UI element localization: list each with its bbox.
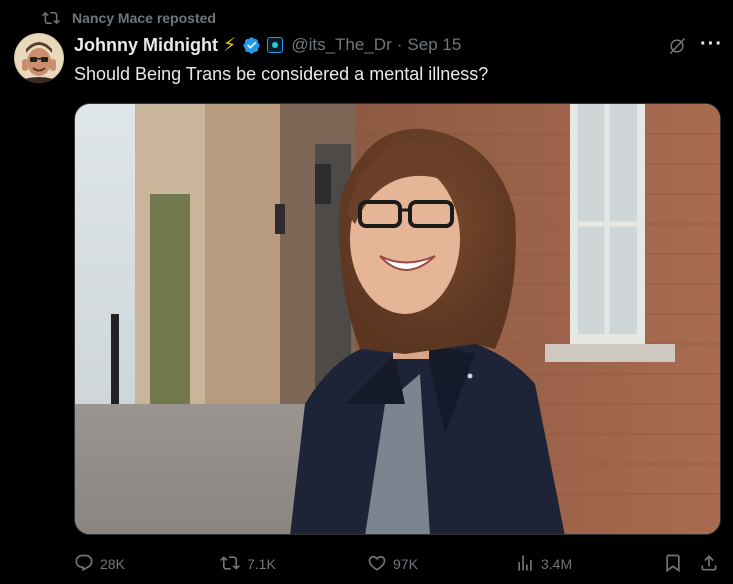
separator-dot: · — [396, 35, 403, 54]
tweet-text: Should Being Trans be considered a menta… — [74, 64, 489, 84]
views-button[interactable]: 3.4M — [515, 551, 572, 577]
repost-label: Nancy Mace reposted — [72, 10, 216, 26]
repost-icon — [219, 553, 241, 576]
heart-icon — [367, 553, 387, 576]
tweet-header: Johnny Midnight ⚡ @its_The_Dr · Sep 15 — [74, 33, 461, 57]
reply-icon — [74, 553, 94, 576]
tweet-photo[interactable] — [74, 103, 721, 535]
repost-context[interactable]: Nancy Mace reposted — [42, 8, 216, 28]
author-name[interactable]: Johnny Midnight — [74, 35, 218, 56]
affiliate-badge-icon[interactable] — [267, 37, 284, 53]
repost-button[interactable]: 7.1K — [219, 551, 276, 577]
repost-icon — [42, 9, 60, 27]
like-count: 97K — [393, 556, 418, 572]
photo-image — [75, 104, 720, 534]
views-icon — [515, 553, 535, 576]
like-button[interactable]: 97K — [367, 551, 418, 577]
reply-count: 28K — [100, 556, 125, 572]
bookmark-icon — [663, 553, 683, 576]
verified-badge-icon[interactable] — [242, 36, 261, 55]
share-icon — [699, 553, 719, 576]
share-button[interactable] — [699, 551, 719, 577]
reply-button[interactable]: 28K — [74, 551, 125, 577]
author-avatar[interactable] — [14, 33, 64, 83]
bookmark-button[interactable] — [663, 551, 683, 577]
tweet-date[interactable]: Sep 15 — [407, 35, 461, 55]
lightning-emoji: ⚡ — [222, 34, 237, 56]
repost-count: 7.1K — [247, 556, 276, 572]
grok-icon[interactable] — [667, 36, 687, 61]
more-options-icon[interactable]: ··· — [700, 34, 723, 54]
tweet-actions: 28K 7.1K 97K 3.4M — [74, 551, 724, 577]
views-count: 3.4M — [541, 556, 573, 572]
author-handle[interactable]: @its_The_Dr — [291, 35, 391, 55]
